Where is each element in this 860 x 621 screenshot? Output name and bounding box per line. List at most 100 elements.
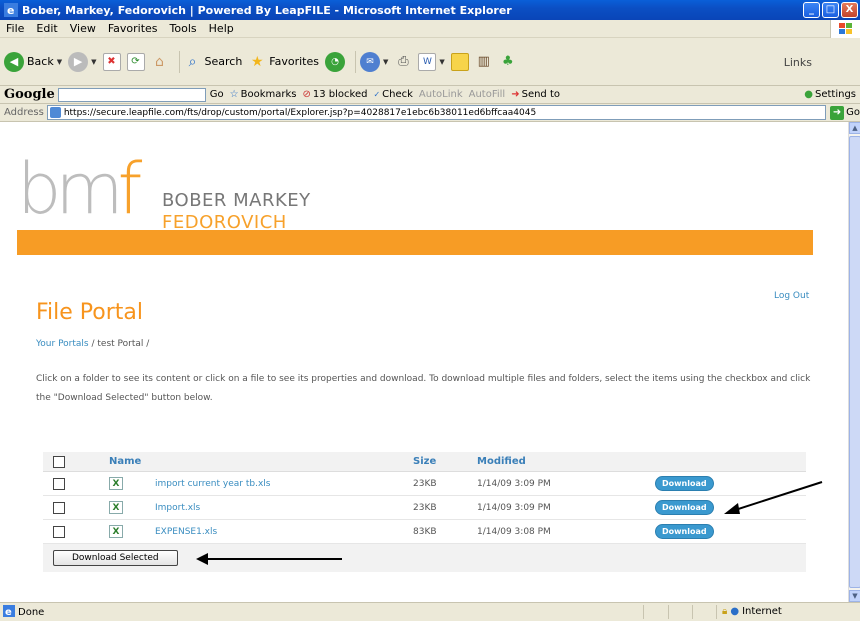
menu-edit[interactable]: Edit [36,22,57,35]
download-button[interactable]: Download [655,500,714,515]
forward-button[interactable]: ▶ ▼ [68,51,97,72]
history-button[interactable]: ◔ [325,51,345,72]
discuss-button[interactable] [450,52,469,71]
logout-link[interactable]: Log Out [774,291,809,301]
column-header-size[interactable]: Size [413,456,436,467]
excel-file-icon: X [109,477,123,490]
popup-blocker-button[interactable]: ⊘ 13 blocked [302,89,367,100]
breadcrumb-your-portals[interactable]: Your Portals [36,339,89,349]
autolink-button[interactable]: AutoLink [419,89,463,100]
row-checkbox[interactable] [53,477,65,490]
maximize-button[interactable]: □ [822,2,839,18]
file-table: Name Size Modified X import current year… [43,452,806,572]
address-go-button[interactable]: ➜ Go [830,105,860,120]
globe-icon: ● [730,606,740,617]
vertical-scrollbar[interactable]: ▲ ▼ [848,122,860,602]
menu-favorites[interactable]: Favorites [108,22,158,35]
address-input[interactable]: https://secure.leapfile.com/fts/drop/cus… [46,105,827,120]
table-header: Name Size Modified [43,452,806,472]
logo-monogram: bmf [17,148,143,230]
file-size: 23KB [413,502,437,513]
menu-favorites-label: Favorites [107,22,158,35]
download-selected-button[interactable]: Download Selected [53,550,178,566]
file-name-link[interactable]: EXPENSE1.xls [155,527,217,537]
google-settings-button[interactable]: ● Settings [804,89,856,100]
window-title-bar[interactable]: e Bober, Markey, Fedorovich | Powered By… [0,0,860,20]
logo-name-line1: BOBER MARKEY [162,190,311,211]
print-button[interactable]: ⎙ [394,53,412,71]
status-divider [643,605,644,619]
home-icon: ⌂ [155,53,164,70]
file-modified: 1/14/09 3:08 PM [477,526,551,537]
address-url: https://secure.leapfile.com/fts/drop/cus… [63,107,537,118]
svg-text:e: e [5,607,12,617]
excel-file-icon: X [109,501,123,514]
spellcheck-button[interactable]: ✓ Check [373,89,412,100]
autofill-button[interactable]: AutoFill [469,89,506,100]
header-band [17,230,813,255]
check-label: Check [382,89,413,100]
minimize-button[interactable]: _ [803,2,820,18]
bookmarks-button[interactable]: ☆ Bookmarks [230,89,297,100]
send-arrow-icon: ➜ [511,89,520,100]
file-name-link[interactable]: Import.xls [155,503,200,513]
messenger-button[interactable]: ♣ [499,53,517,71]
toolbar-divider [355,50,356,73]
mail-button[interactable]: ✉ ▼ [360,51,388,72]
google-search-input[interactable] [57,87,206,102]
status-divider [692,605,693,619]
page-done-icon: e [3,604,15,620]
svg-text:e: e [7,4,14,17]
go-label: Go [209,89,224,100]
book-icon: ▥ [477,54,490,69]
menu-help[interactable]: Help [209,22,234,35]
address-go-label: Go [846,107,860,118]
menu-help-label: Help [208,22,234,35]
download-button[interactable]: Download [655,476,714,491]
security-zone: 🔒︎ ● Internet [722,606,782,617]
favorites-button[interactable]: ★ Favorites [248,53,319,71]
menu-tools[interactable]: Tools [170,22,197,35]
google-logo[interactable]: Google [4,87,55,102]
send-to-button[interactable]: ➜ Send to [511,89,560,100]
status-text: Done [18,606,45,618]
stop-button[interactable]: ✖ [102,52,121,71]
menu-view[interactable]: View [70,22,96,35]
blocker-icon: ⊘ [302,89,311,100]
chevron-down-icon: ▼ [439,57,445,66]
select-all-checkbox[interactable] [53,455,65,468]
column-header-name[interactable]: Name [109,456,141,467]
go-arrow-icon: ➜ [830,105,845,120]
status-divider [716,605,717,619]
file-name-link[interactable]: import current year tb.xls [155,479,270,489]
messenger-icon: ♣ [501,54,514,69]
scrollbar-thumb[interactable] [849,136,860,588]
close-button[interactable]: X [841,2,858,18]
google-go-button[interactable]: Go [210,89,224,100]
google-toolbar: Google Go ☆ Bookmarks ⊘ 13 blocked ✓ Check … [0,86,860,104]
company-logo: bmf BOBER MARKEY FEDOROVICH [17,148,313,233]
refresh-button[interactable]: ⟳ [126,52,145,71]
back-button[interactable]: ◀ Back ▼ [4,51,63,72]
scroll-down-icon[interactable]: ▼ [849,590,860,602]
menu-file-label: File [6,22,25,35]
scroll-up-icon[interactable]: ▲ [849,122,860,134]
autolink-label: AutoLink [418,89,463,100]
edit-button[interactable]: W ▼ [418,52,445,71]
send-to-label: Send to [521,89,560,100]
download-button[interactable]: Download [655,524,714,539]
page-icon [49,107,61,118]
chevron-down-icon: ▼ [56,57,63,66]
column-header-modified[interactable]: Modified [477,456,526,467]
logo-monogram-f: f [117,148,143,230]
row-checkbox[interactable] [53,501,65,514]
status-left: e Done [3,604,45,620]
annotation-arrow-download [724,481,823,514]
ie-icon: e [4,3,18,17]
menu-file[interactable]: File [6,22,24,35]
row-checkbox[interactable] [53,525,65,538]
home-button[interactable]: ⌂ [151,53,169,71]
search-button[interactable]: ⌕ Search [184,53,243,71]
links-button[interactable]: Links [784,56,812,69]
research-button[interactable]: ▥ [475,53,493,71]
